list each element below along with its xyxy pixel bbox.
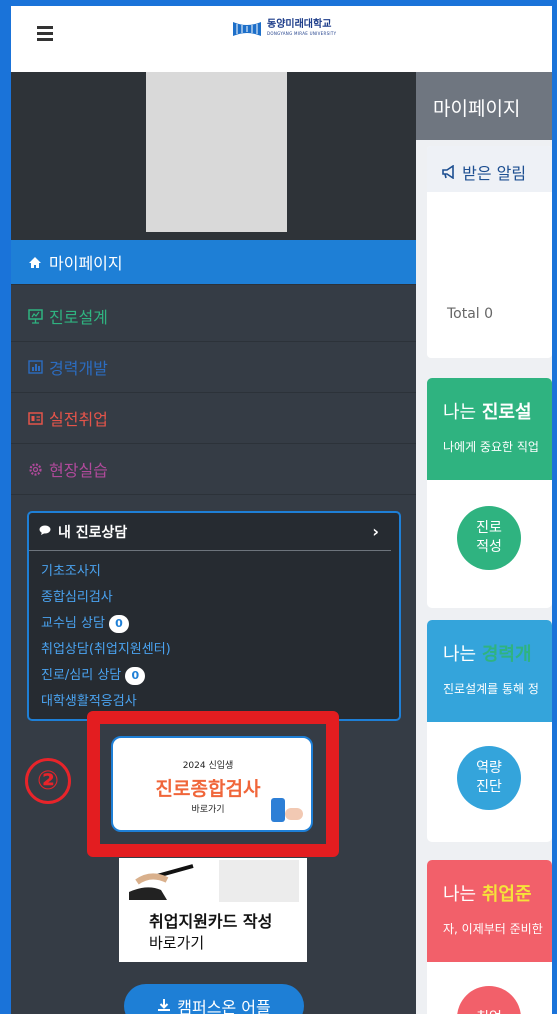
app-frame: 동양미래대학교 DONGYANG MIRAE UNIVERSITY 마이페이지 … [11, 6, 552, 1014]
app-button-label: 캠퍼스온 어플 [177, 998, 271, 1014]
consult-link-employment-center[interactable]: 취업상담(취업지원센터) [41, 637, 399, 663]
career-development-card[interactable]: 나는 경력개 진로설계를 통해 정 역량 진단 [427, 620, 552, 842]
alert-total: Total 0 [447, 306, 494, 322]
sidebar-item-field-practice[interactable]: 현장실습 [11, 444, 416, 495]
career-consult-panel: 내 진로상담 › 기초조사지 종합심리검사 교수님 상담 0 취업상담(취업지원센… [27, 511, 401, 721]
career-design-card[interactable]: 나는 진로설 나에게 중요한 직업 진로 적성 [427, 378, 552, 608]
card-subtitle: 진로설계를 통해 정 [443, 682, 539, 696]
competency-diagnosis-button[interactable]: 역량 진단 [457, 746, 521, 810]
link-label: 취업상담(취업지원센터) [41, 642, 171, 657]
sidebar-item-career-design[interactable]: 진로설계 [11, 291, 416, 342]
sidebar-item-label: 현장실습 [49, 461, 108, 480]
banner-go: 바로가기 [149, 934, 205, 952]
consult-header[interactable]: 내 진로상담 › [29, 513, 391, 551]
main-content: 마이페이지 받은 알림 Total 0 나는 진로설 나에게 중요한 직업 진로… [416, 72, 552, 1014]
circle-label: 진단 [476, 779, 502, 795]
highlight-box [87, 711, 339, 857]
sidebar-item-employment[interactable]: 실전취업 [11, 393, 416, 444]
sidebar-item-mypage[interactable]: 마이페이지 [11, 240, 416, 285]
download-icon [157, 997, 171, 1014]
sidebar-item-label: 경력개발 [49, 359, 108, 378]
sidebar-item-label: 마이페이지 [49, 254, 123, 273]
logo-mark-icon [233, 22, 261, 36]
sidebar-item-label: 실전취업 [49, 410, 108, 429]
link-label: 기초조사지 [41, 564, 101, 579]
bar-chart-icon [27, 359, 43, 375]
campus-on-app-button[interactable]: 캠퍼스온 어플 [124, 984, 304, 1014]
logo-name: 동양미래대학교 [267, 19, 332, 30]
megaphone-icon [441, 164, 462, 183]
paper-icon [219, 860, 299, 902]
alert-card: 받은 알림 Total 0 [427, 146, 552, 358]
card-title-pre: 나는 [443, 884, 482, 905]
menu-icon[interactable] [37, 26, 53, 41]
employment-card-banner[interactable]: 취업지원카드 작성 바로가기 [119, 858, 307, 962]
link-label: 종합심리검사 [41, 590, 113, 605]
alert-header[interactable]: 받은 알림 [427, 146, 552, 192]
presentation-icon [27, 308, 43, 324]
count-badge: 0 [108, 615, 129, 633]
circle-label: 진로 [476, 520, 502, 536]
step-marker: ② [25, 758, 71, 804]
pen-icon [129, 864, 194, 900]
circle-label: 취업 [476, 1009, 502, 1014]
consult-link-professor[interactable]: 교수님 상담 0 [41, 611, 399, 637]
circle-label: 역량 [476, 760, 502, 776]
card-title-highlight: 취업준 [481, 884, 532, 905]
logo-name-en: DONGYANG MIRAE UNIVERSITY [267, 31, 337, 36]
banner-title: 취업지원카드 작성 [149, 912, 273, 931]
sidebar-item-career-development[interactable]: 경력개발 [11, 342, 416, 393]
alert-title: 받은 알림 [462, 164, 527, 183]
card-subtitle: 나에게 중요한 직업 [443, 440, 539, 454]
circle-label: 적성 [476, 539, 502, 555]
card-title-pre: 나는 [443, 402, 482, 423]
career-aptitude-button[interactable]: 진로 적성 [457, 506, 521, 570]
profile-area [11, 72, 416, 240]
employment-prep-card[interactable]: 나는 취업준 자, 이제부터 준비한 취업 [427, 860, 552, 1014]
link-label: 교수님 상담 [41, 616, 105, 631]
chevron-right-icon[interactable]: › [372, 522, 379, 541]
card-title-highlight: 경력개 [481, 644, 532, 665]
consult-title: 내 진로상담 [58, 524, 128, 541]
top-bar: 동양미래대학교 DONGYANG MIRAE UNIVERSITY [11, 6, 552, 72]
profile-photo [146, 72, 287, 232]
card-title-highlight: 진로설 [481, 402, 532, 423]
page-title: 마이페이지 [416, 72, 552, 140]
card-subtitle: 자, 이제부터 준비한 [443, 922, 543, 936]
consult-link-psych-test[interactable]: 종합심리검사 [41, 585, 399, 611]
id-card-icon [27, 410, 43, 426]
gear-icon [27, 461, 43, 477]
home-icon [27, 254, 43, 270]
card-title-pre: 나는 [443, 644, 482, 665]
count-badge: 0 [125, 667, 146, 685]
sidebar-item-label: 진로설계 [49, 308, 108, 327]
employment-button[interactable]: 취업 [457, 986, 521, 1014]
consult-link-career-psych[interactable]: 진로/심리 상담 0 [41, 663, 399, 689]
consult-link-basic-survey[interactable]: 기초조사지 [41, 559, 399, 585]
chat-icon [39, 524, 52, 540]
university-logo[interactable]: 동양미래대학교 DONGYANG MIRAE UNIVERSITY [231, 18, 336, 38]
link-label: 진로/심리 상담 [41, 668, 122, 683]
